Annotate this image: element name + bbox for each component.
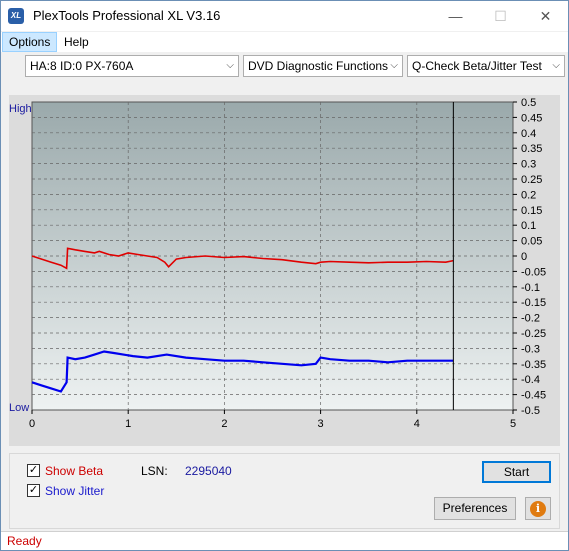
show-beta-checkbox[interactable]: ✓ xyxy=(27,464,40,477)
y-tick-label: 0.1 xyxy=(521,220,536,232)
y-tick-label: 0.45 xyxy=(521,112,542,124)
menu-bar: Options Help xyxy=(1,32,568,52)
chart-panel: 0.5 0.45 0.4 0.35 0.3 0.25 0.2 0.15 0.1 0.05 0 -0.0… xyxy=(9,95,560,446)
y-tick-label: 0.5 xyxy=(521,97,536,109)
info-button[interactable]: i xyxy=(525,497,551,520)
high-label: High xyxy=(9,103,32,115)
x-tick-label: 2 xyxy=(221,418,227,430)
drive-select-value: HA:8 ID:0 PX-760A xyxy=(30,59,134,73)
test-select[interactable]: Q-Check Beta/Jitter Test ⌵ xyxy=(407,55,565,77)
preferences-button-label: Preferences xyxy=(442,501,508,515)
show-beta-label[interactable]: Show Beta xyxy=(45,464,103,478)
start-button[interactable]: Start xyxy=(482,461,551,483)
close-button[interactable]: ✕ xyxy=(523,1,568,31)
menu-options-label: Options xyxy=(9,35,51,49)
menu-help[interactable]: Help xyxy=(58,32,95,52)
app-window: XL PlexTools Professional XL V3.16 — ☐ ✕… xyxy=(0,0,569,551)
y-tick-label: -0.05 xyxy=(521,266,546,278)
info-icon: i xyxy=(530,501,546,517)
y-tick-label: 0.05 xyxy=(521,236,542,248)
y-tick-label: 0.2 xyxy=(521,189,536,201)
lsn-value: 2295040 xyxy=(185,464,232,478)
app-icon: XL xyxy=(8,8,24,24)
y-tick-label: -0.25 xyxy=(521,328,546,340)
chevron-down-icon: ⌵ xyxy=(390,60,398,71)
status-bar: Ready xyxy=(1,531,568,550)
y-tick-label: 0.35 xyxy=(521,143,542,155)
y-tick-label: -0.35 xyxy=(521,359,546,371)
menu-help-label: Help xyxy=(64,35,89,49)
y-tick-label: -0.45 xyxy=(521,390,546,402)
maximize-button[interactable]: ☐ xyxy=(478,1,523,31)
y-tick-label: 0.15 xyxy=(521,205,542,217)
chevron-down-icon: ⌵ xyxy=(552,60,560,71)
x-tick-label: 4 xyxy=(414,418,420,430)
y-tick-label: -0.5 xyxy=(521,405,540,417)
test-select-value: Q-Check Beta/Jitter Test xyxy=(412,59,542,73)
function-select[interactable]: DVD Diagnostic Functions ⌵ xyxy=(243,55,403,77)
low-label: Low xyxy=(9,402,29,414)
beta-jitter-chart: 0.5 0.45 0.4 0.35 0.3 0.25 0.2 0.15 0.1 0.05 0 -0.0… xyxy=(9,97,546,430)
function-select-value: DVD Diagnostic Functions xyxy=(248,59,389,73)
window-title: PlexTools Professional XL V3.16 xyxy=(33,8,221,23)
y-tick-label: -0.15 xyxy=(521,297,546,309)
y-tick-label: -0.4 xyxy=(521,374,540,386)
options-panel: ✓ Show Beta ✓ Show Jitter LSN: 2295040 S… xyxy=(9,453,560,529)
y-tick-label: -0.2 xyxy=(521,313,540,325)
x-tick-label: 1 xyxy=(125,418,131,430)
title-bar: XL PlexTools Professional XL V3.16 — ☐ ✕ xyxy=(1,1,568,31)
start-button-label: Start xyxy=(503,465,530,479)
show-jitter-checkbox[interactable]: ✓ xyxy=(27,484,40,497)
preferences-button[interactable]: Preferences xyxy=(434,497,516,520)
lsn-label: LSN: xyxy=(141,464,168,478)
status-text: Ready xyxy=(7,534,42,548)
y-tick-label: -0.1 xyxy=(521,282,540,294)
y-tick-label: 0.25 xyxy=(521,174,542,186)
chevron-down-icon: ⌵ xyxy=(226,60,234,71)
x-tick-label: 5 xyxy=(510,418,516,430)
x-tick-label: 3 xyxy=(318,418,324,430)
x-tick-label: 0 xyxy=(29,418,35,430)
y-tick-label: -0.3 xyxy=(521,343,540,355)
y-tick-label: 0.3 xyxy=(521,159,536,171)
menu-options[interactable]: Options xyxy=(2,32,58,52)
y-tick-label: 0.4 xyxy=(521,128,536,140)
drive-select[interactable]: HA:8 ID:0 PX-760A ⌵ xyxy=(25,55,239,77)
y-tick-label: 0 xyxy=(521,251,527,263)
minimize-button[interactable]: — xyxy=(433,1,478,31)
show-jitter-label[interactable]: Show Jitter xyxy=(45,484,104,498)
